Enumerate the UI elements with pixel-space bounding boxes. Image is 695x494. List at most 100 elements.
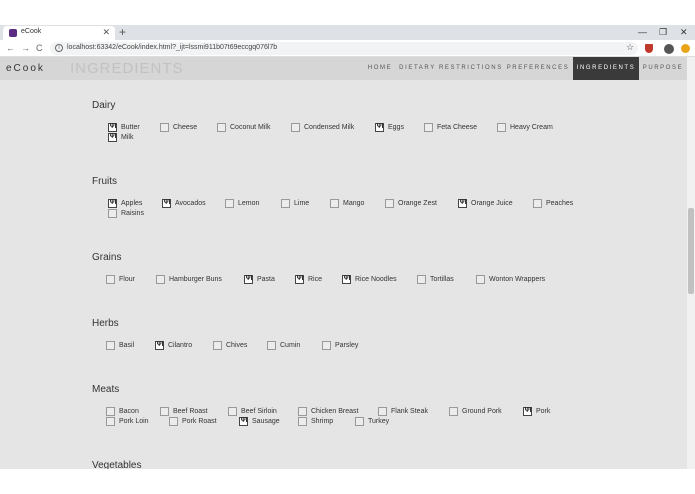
ingredient-label[interactable]: Ground Pork	[462, 407, 502, 416]
unchecked-checkbox[interactable]	[476, 275, 485, 284]
unchecked-checkbox[interactable]	[106, 341, 115, 350]
unchecked-checkbox[interactable]	[156, 275, 165, 284]
unchecked-checkbox[interactable]	[108, 209, 117, 218]
browser-tab[interactable]: eCook ✕	[3, 26, 115, 40]
url-input[interactable]: i localhost:63342/eCook/index.html?_ijt=…	[50, 42, 638, 55]
nav-ingredients[interactable]: INGREDIENTS	[573, 57, 639, 80]
unchecked-checkbox[interactable]	[298, 407, 307, 416]
unchecked-checkbox[interactable]	[106, 275, 115, 284]
ingredient-label[interactable]: Turkey	[368, 417, 389, 426]
unchecked-checkbox[interactable]	[213, 341, 222, 350]
unchecked-checkbox[interactable]	[217, 123, 226, 132]
ingredient-label[interactable]: Coconut Milk	[230, 123, 270, 132]
unchecked-checkbox[interactable]	[225, 199, 234, 208]
ingredient-label[interactable]: Shrimp	[311, 417, 333, 426]
shield-extension-icon[interactable]	[645, 44, 653, 53]
ingredient-label[interactable]: Rice	[308, 275, 322, 284]
ingredient-label[interactable]: Eggs	[388, 123, 404, 132]
unchecked-checkbox[interactable]	[106, 407, 115, 416]
unchecked-checkbox[interactable]	[533, 199, 542, 208]
checked-checkbox[interactable]: ΨΙ	[342, 275, 351, 284]
unchecked-checkbox[interactable]	[330, 199, 339, 208]
scrollbar-thumb[interactable]	[688, 208, 694, 294]
unchecked-checkbox[interactable]	[417, 275, 426, 284]
checked-checkbox[interactable]: ΨΙ	[458, 199, 467, 208]
checked-checkbox[interactable]: ΨΙ	[108, 133, 117, 142]
checked-checkbox[interactable]: ΨΙ	[108, 123, 117, 132]
checked-checkbox[interactable]: ΨΙ	[162, 199, 171, 208]
ingredient-label[interactable]: Pasta	[257, 275, 275, 284]
minimize-button[interactable]: —	[638, 27, 647, 38]
checked-checkbox[interactable]: ΨΙ	[244, 275, 253, 284]
ingredient-label[interactable]: Avocados	[175, 199, 206, 208]
ingredient-label[interactable]: Cumin	[280, 341, 300, 350]
unchecked-checkbox[interactable]	[449, 407, 458, 416]
unchecked-checkbox[interactable]	[355, 417, 364, 426]
site-info-icon[interactable]: i	[55, 44, 63, 52]
unchecked-checkbox[interactable]	[322, 341, 331, 350]
nav-dietary-restrictions[interactable]: DIETARY RESTRICTIONS	[399, 57, 503, 80]
ingredient-label[interactable]: Chicken Breast	[311, 407, 358, 416]
scrollbar[interactable]	[687, 57, 695, 469]
ingredient-label[interactable]: Feta Cheese	[437, 123, 477, 132]
ingredient-label[interactable]: Sausage	[252, 417, 280, 426]
unchecked-checkbox[interactable]	[160, 123, 169, 132]
unchecked-checkbox[interactable]	[291, 123, 300, 132]
ingredient-label[interactable]: Flank Steak	[391, 407, 428, 416]
restore-button[interactable]: ❐	[659, 27, 667, 38]
ingredient-label[interactable]: Cilantro	[168, 341, 192, 350]
ingredient-label[interactable]: Chives	[226, 341, 247, 350]
ingredient-label[interactable]: Wonton Wrappers	[489, 275, 545, 284]
unchecked-checkbox[interactable]	[228, 407, 237, 416]
ingredient-label[interactable]: Cheese	[173, 123, 197, 132]
back-button[interactable]: ←	[6, 43, 15, 53]
ingredient-label[interactable]: Pork Loin	[119, 417, 149, 426]
forward-button[interactable]: →	[21, 43, 30, 53]
site-brand[interactable]: eCook	[6, 63, 45, 74]
ingredient-label[interactable]: Parsley	[335, 341, 358, 350]
checked-checkbox[interactable]: ΨΙ	[239, 417, 248, 426]
ingredient-label[interactable]: Condensed Milk	[304, 123, 354, 132]
checked-checkbox[interactable]: ΨΙ	[523, 407, 532, 416]
nav-preferences[interactable]: PREFERENCES	[505, 57, 571, 80]
ingredient-label[interactable]: Pork Roast	[182, 417, 217, 426]
ingredient-label[interactable]: Basil	[119, 341, 134, 350]
tab-close-icon[interactable]: ✕	[102, 27, 110, 38]
ingredient-label[interactable]: Beef Roast	[173, 407, 208, 416]
unchecked-checkbox[interactable]	[497, 123, 506, 132]
profile-avatar-icon[interactable]	[664, 44, 674, 54]
ingredient-label[interactable]: Raisins	[121, 209, 144, 218]
reload-button[interactable]: C	[36, 43, 43, 53]
unchecked-checkbox[interactable]	[160, 407, 169, 416]
unchecked-checkbox[interactable]	[106, 417, 115, 426]
checked-checkbox[interactable]: ΨΙ	[295, 275, 304, 284]
unchecked-checkbox[interactable]	[378, 407, 387, 416]
ingredient-label[interactable]: Mango	[343, 199, 364, 208]
bookmark-star-icon[interactable]: ☆	[626, 42, 634, 53]
ingredient-label[interactable]: Rice Noodles	[355, 275, 397, 284]
unchecked-checkbox[interactable]	[298, 417, 307, 426]
ingredient-label[interactable]: Tortillas	[430, 275, 454, 284]
unchecked-checkbox[interactable]	[385, 199, 394, 208]
checked-checkbox[interactable]: ΨΙ	[375, 123, 384, 132]
nav-purpose[interactable]: PURPOSE	[641, 57, 685, 80]
window-close-button[interactable]: ✕	[680, 27, 688, 38]
ingredient-label[interactable]: Orange Juice	[471, 199, 513, 208]
ingredient-label[interactable]: Peaches	[546, 199, 573, 208]
checked-checkbox[interactable]: ΨΙ	[155, 341, 164, 350]
ingredient-label[interactable]: Apples	[121, 199, 142, 208]
ingredient-label[interactable]: Lime	[294, 199, 309, 208]
unchecked-checkbox[interactable]	[424, 123, 433, 132]
ingredient-label[interactable]: Heavy Cream	[510, 123, 553, 132]
ingredient-label[interactable]: Lemon	[238, 199, 259, 208]
unchecked-checkbox[interactable]	[267, 341, 276, 350]
ingredient-label[interactable]: Orange Zest	[398, 199, 437, 208]
checked-checkbox[interactable]: ΨΙ	[108, 199, 117, 208]
ingredient-label[interactable]: Beef Sirloin	[241, 407, 277, 416]
extension-icon[interactable]	[681, 44, 690, 53]
unchecked-checkbox[interactable]	[281, 199, 290, 208]
ingredient-label[interactable]: Butter	[121, 123, 140, 132]
unchecked-checkbox[interactable]	[169, 417, 178, 426]
ingredient-label[interactable]: Milk	[121, 133, 133, 142]
new-tab-button[interactable]: +	[119, 26, 126, 38]
